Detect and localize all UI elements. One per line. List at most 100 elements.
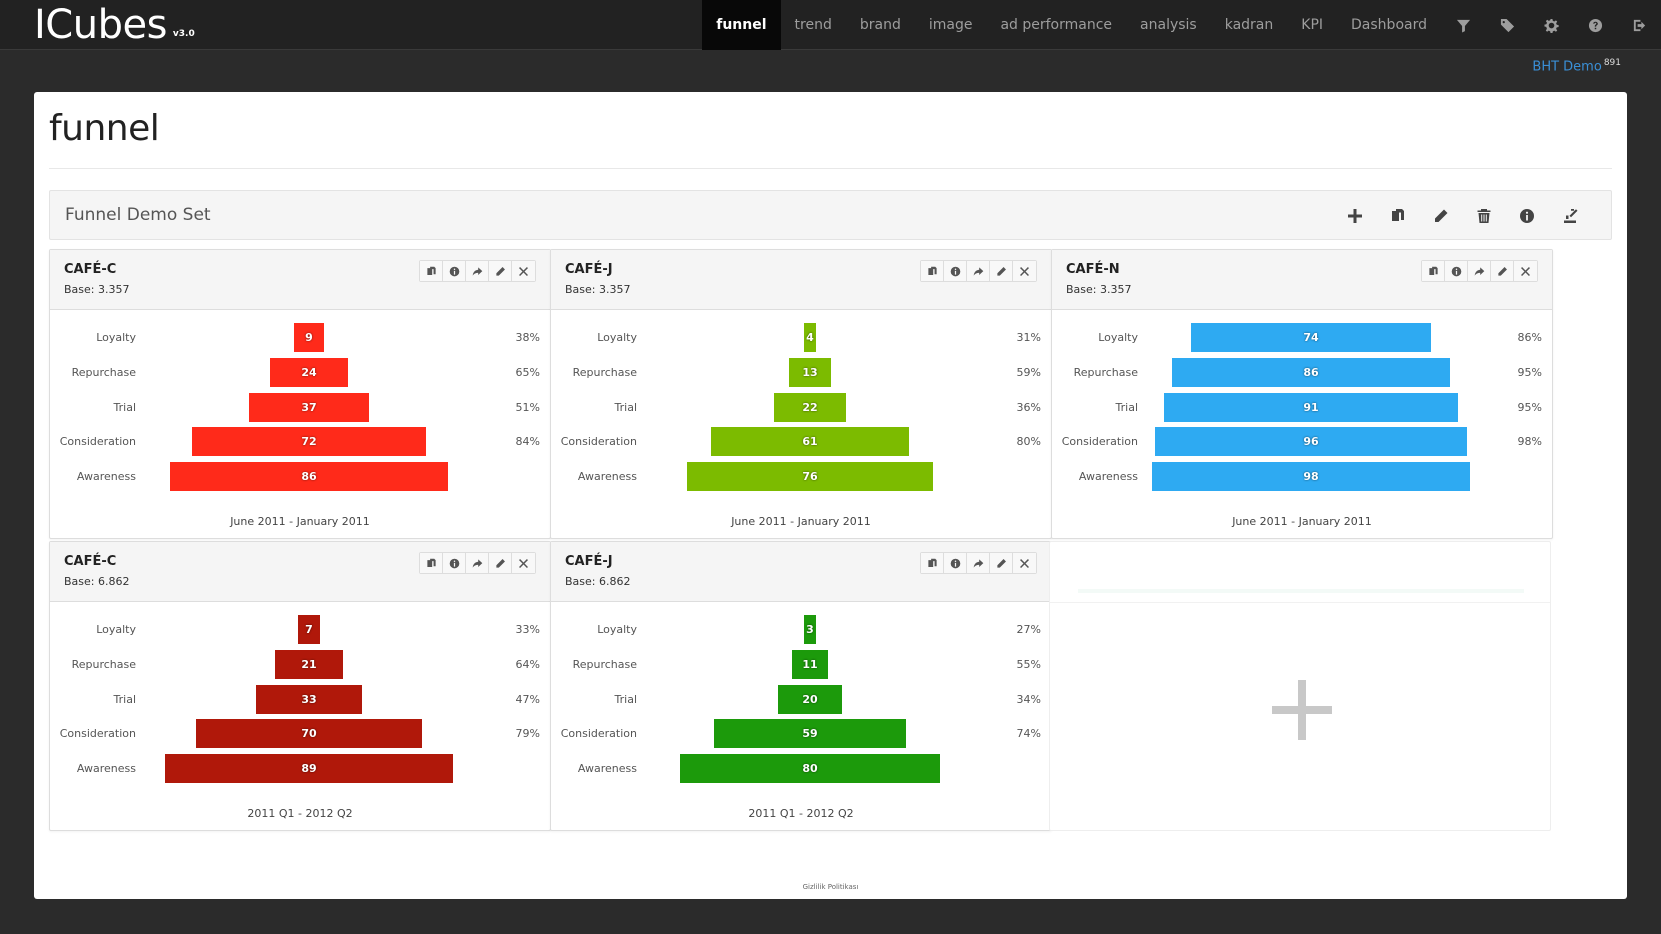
funnel-bar[interactable]: 13	[788, 358, 832, 387]
nav-item-dashboard[interactable]: Dashboard	[1337, 0, 1441, 50]
nav-item-brand[interactable]: brand	[846, 0, 915, 50]
tags-icon[interactable]	[1485, 0, 1529, 50]
set-info-button[interactable]	[1505, 201, 1548, 231]
conversion-percent: 47%	[515, 693, 540, 706]
close-icon	[519, 558, 528, 568]
card-share-button[interactable]	[466, 553, 489, 573]
info-icon	[1451, 266, 1461, 276]
copy-icon	[426, 558, 436, 567]
brand-logo[interactable]: ICubes v3.0	[34, 0, 195, 50]
brand-version: v3.0	[172, 29, 195, 39]
card-share-button[interactable]	[466, 261, 489, 281]
funnel-stage-repurchase: Repurchase 21 64%	[50, 650, 550, 679]
card-title: CAFÉ-J	[565, 262, 613, 277]
card-toolbar	[1421, 260, 1538, 282]
card-copy-button[interactable]	[420, 553, 443, 573]
card-copy-button[interactable]	[1422, 261, 1445, 281]
funnel-bar[interactable]: 22	[774, 393, 846, 422]
funnel-bar[interactable]: 9	[294, 323, 324, 352]
nav-item-trend[interactable]: trend	[781, 0, 846, 50]
privacy-policy-link[interactable]: Gizlilik Politikası	[34, 883, 1627, 891]
set-toolbar	[1333, 191, 1591, 241]
nav-item-ad-performance[interactable]: ad performance	[986, 0, 1126, 50]
nav-item-kpi[interactable]: KPI	[1287, 0, 1337, 50]
card-close-button[interactable]	[512, 553, 535, 573]
set-copy-button[interactable]	[1376, 201, 1419, 231]
card-pencil-button[interactable]	[1491, 261, 1514, 281]
filter-icon[interactable]	[1441, 0, 1485, 50]
conversion-percent: 33%	[515, 623, 540, 636]
card-copy-button[interactable]	[420, 261, 443, 281]
card-share-button[interactable]	[1468, 261, 1491, 281]
logout-icon[interactable]	[1617, 0, 1661, 50]
funnel-chart: Loyalty 7 33% Repurchase 21 64% Trial 33 47% Cons…	[50, 602, 550, 830]
funnel-bar[interactable]: 86	[1171, 358, 1451, 387]
card-close-button[interactable]	[1514, 261, 1537, 281]
card-pencil-button[interactable]	[990, 261, 1013, 281]
funnel-bar[interactable]: 91	[1163, 393, 1459, 422]
funnel-bar[interactable]: 33	[255, 685, 363, 714]
card-close-button[interactable]	[512, 261, 535, 281]
funnel-bar[interactable]: 20	[777, 685, 843, 714]
pencil-icon	[495, 558, 505, 568]
funnel-stage-consideration: Consideration 72 84%	[50, 427, 550, 456]
set-export-button[interactable]	[1548, 201, 1591, 231]
set-pencil-button[interactable]	[1419, 201, 1462, 231]
funnel-bar[interactable]: 4	[803, 323, 817, 352]
card-share-button[interactable]	[967, 261, 990, 281]
funnel-stage-repurchase: Repurchase 86 95%	[1052, 358, 1552, 387]
card-pencil-button[interactable]	[489, 261, 512, 281]
funnel-stage-awareness: Awareness 76	[551, 462, 1051, 491]
set-trash-button[interactable]	[1462, 201, 1505, 231]
card-info-button[interactable]	[443, 553, 466, 573]
funnel-bar[interactable]: 70	[195, 719, 423, 748]
funnel-bar[interactable]: 21	[274, 650, 343, 679]
funnel-set-bar: Funnel Demo Set	[49, 190, 1612, 240]
card-info-button[interactable]	[944, 261, 967, 281]
card-share-button[interactable]	[967, 553, 990, 573]
funnel-bar[interactable]: 80	[680, 754, 940, 783]
close-icon	[1521, 266, 1530, 276]
card-copy-button[interactable]	[921, 261, 944, 281]
share-icon	[472, 558, 482, 568]
funnel-bar[interactable]: 76	[686, 462, 934, 491]
funnel-stage-loyalty: Loyalty 74 86%	[1052, 323, 1552, 352]
funnel-bar[interactable]: 3	[804, 615, 816, 644]
funnel-bar[interactable]: 72	[192, 427, 426, 456]
nav-item-funnel[interactable]: funnel	[702, 0, 781, 50]
funnel-bar[interactable]: 24	[270, 358, 348, 387]
copy-icon	[1428, 266, 1438, 275]
card-info-button[interactable]	[443, 261, 466, 281]
nav-item-kadran[interactable]: kadran	[1211, 0, 1288, 50]
nav-item-analysis[interactable]: analysis	[1126, 0, 1211, 50]
card-pencil-button[interactable]	[990, 553, 1013, 573]
funnel-bar[interactable]: 11	[792, 650, 828, 679]
funnel-bar[interactable]: 37	[249, 393, 369, 422]
funnel-bar[interactable]: 98	[1152, 462, 1470, 491]
gear-icon[interactable]	[1529, 0, 1573, 50]
card-close-button[interactable]	[1013, 553, 1036, 573]
card-close-button[interactable]	[1013, 261, 1036, 281]
help-icon[interactable]	[1573, 0, 1617, 50]
funnel-bar[interactable]: 59	[714, 719, 906, 748]
funnel-bar[interactable]: 61	[711, 427, 909, 456]
card-copy-button[interactable]	[921, 553, 944, 573]
funnel-stage-awareness: Awareness 86	[50, 462, 550, 491]
set-plus-button[interactable]	[1333, 201, 1376, 231]
card-info-button[interactable]	[944, 553, 967, 573]
card-info-button[interactable]	[1445, 261, 1468, 281]
user-account-link[interactable]: BHT Demo 891	[1532, 58, 1621, 74]
card-base: Base: 3.357	[64, 283, 130, 296]
card-base: Base: 6.862	[64, 575, 130, 588]
pencil-icon	[996, 266, 1006, 276]
funnel-bar[interactable]: 96	[1155, 427, 1467, 456]
stage-label: Trial	[113, 401, 136, 414]
add-funnel-card[interactable]	[1049, 541, 1551, 831]
funnel-bar[interactable]: 7	[297, 615, 321, 644]
conversion-percent: 80%	[1016, 435, 1041, 448]
nav-item-image[interactable]: image	[915, 0, 987, 50]
funnel-bar[interactable]: 89	[164, 754, 454, 783]
funnel-bar[interactable]: 74	[1191, 323, 1431, 352]
card-pencil-button[interactable]	[489, 553, 512, 573]
funnel-bar[interactable]: 86	[169, 462, 449, 491]
